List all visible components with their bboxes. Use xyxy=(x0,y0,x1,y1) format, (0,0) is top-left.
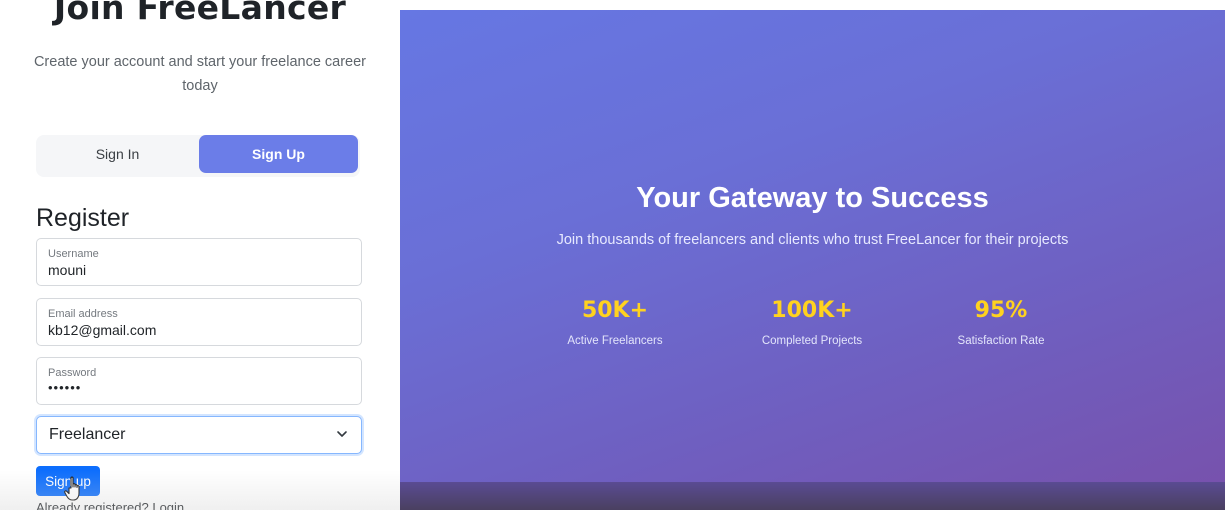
stat-active-freelancers: 50K+ Active Freelancers xyxy=(525,298,705,347)
password-value[interactable]: •••••• xyxy=(48,380,81,395)
hand-pointer-cursor-icon xyxy=(64,476,80,501)
username-label: Username xyxy=(48,248,99,260)
stat-label: Active Freelancers xyxy=(567,335,663,347)
auth-panel: Join FreeLancer Create your account and … xyxy=(0,0,400,510)
username-value[interactable]: mouni xyxy=(48,262,86,278)
email-field[interactable]: Email address kb12@gmail.com xyxy=(36,298,362,346)
username-field[interactable]: Username mouni xyxy=(36,238,362,286)
stat-label: Satisfaction Rate xyxy=(957,335,1045,347)
role-select-value: Freelancer xyxy=(49,426,126,443)
stat-value: 50K+ xyxy=(581,298,649,323)
stat-completed-projects: 100K+ Completed Projects xyxy=(722,298,902,347)
stat-value: 100K+ xyxy=(771,298,853,323)
login-prompt[interactable]: Already registered? Login xyxy=(36,500,184,510)
hero-subtitle: Join thousands of freelancers and client… xyxy=(556,232,1069,248)
register-heading: Register xyxy=(36,204,130,232)
stat-label: Completed Projects xyxy=(761,335,863,347)
tab-sign-in[interactable]: Sign In xyxy=(36,135,199,173)
role-select[interactable]: Freelancer xyxy=(36,416,362,454)
auth-tab-switch: Sign In Sign Up xyxy=(36,135,360,177)
stat-value: 95% xyxy=(974,298,1028,323)
password-label: Password xyxy=(48,367,97,379)
hero-panel: Your Gateway to Success Join thousands o… xyxy=(400,10,1225,482)
hero-bottom-edge xyxy=(400,482,1225,510)
email-label: Email address xyxy=(48,308,118,320)
chevron-down-icon xyxy=(337,431,347,437)
password-field[interactable]: Password •••••• xyxy=(36,357,362,405)
page-title: Join FreeLancer xyxy=(53,0,347,27)
hero-title: Your Gateway to Success xyxy=(636,182,989,214)
stat-satisfaction-rate: 95% Satisfaction Rate xyxy=(911,298,1091,347)
page-subtitle: Create your account and start your freel… xyxy=(33,54,367,94)
tab-sign-up[interactable]: Sign Up xyxy=(199,135,358,173)
email-value[interactable]: kb12@gmail.com xyxy=(48,322,156,338)
